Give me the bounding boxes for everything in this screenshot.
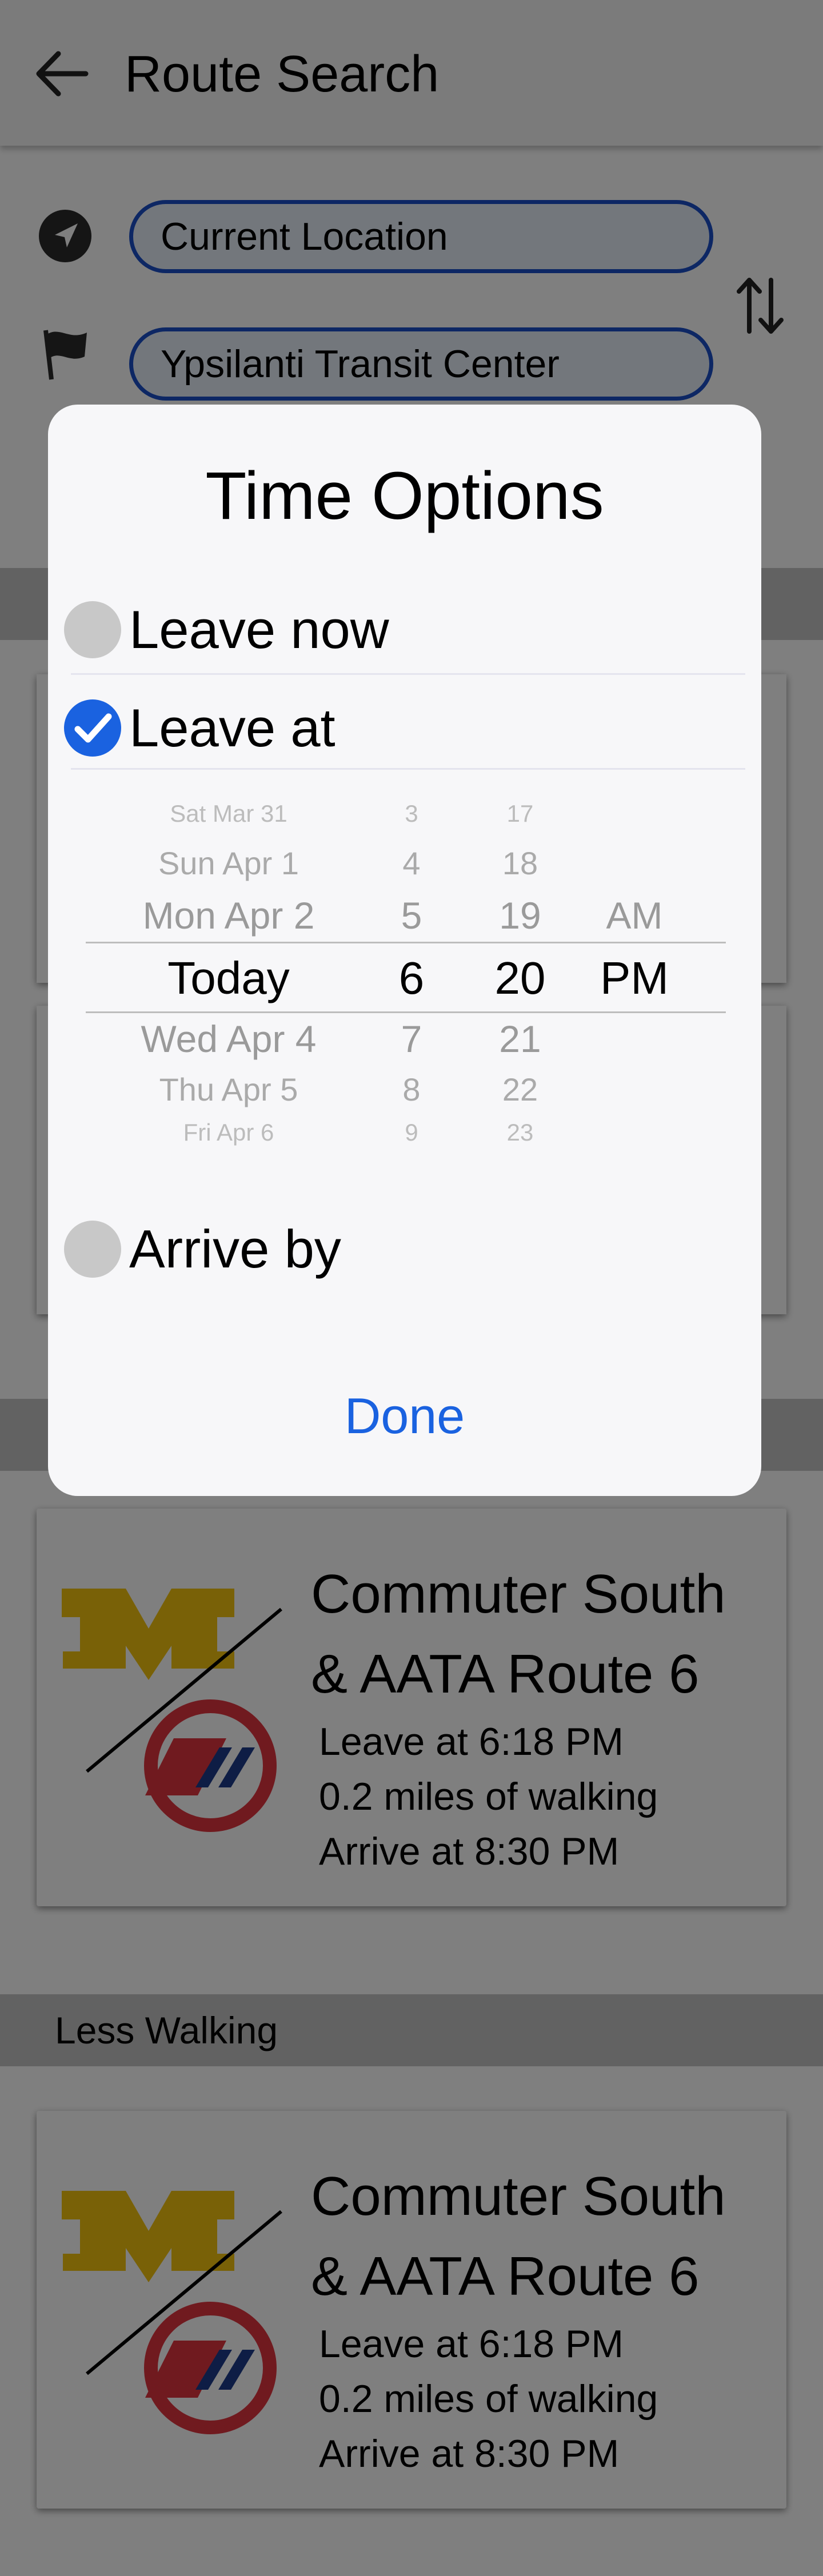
datetime-picker[interactable]: Sat Mar 31 Sun Apr 1 Mon Apr 2 Today Wed… [86,799,726,1170]
picker-hour-item[interactable]: 9 [389,1119,434,1146]
divider [71,768,745,770]
picker-date-item[interactable]: Sat Mar 31 [109,800,349,827]
picker-hour-selected[interactable]: 6 [389,952,434,1005]
picker-minute-item[interactable]: 22 [486,1071,554,1108]
picker-minute-item[interactable]: 17 [486,800,554,827]
picker-date-item[interactable]: Wed Apr 4 [109,1017,349,1061]
picker-minute-item[interactable]: 19 [486,894,554,937]
checkmark-icon[interactable] [64,699,121,757]
option-label: Leave now [129,599,389,659]
option-label: Leave at [129,698,335,758]
picker-minute-item[interactable]: 23 [486,1119,554,1146]
picker-hour-item[interactable]: 5 [389,894,434,937]
picker-minute-item[interactable]: 18 [486,845,554,882]
radio-unchecked-icon[interactable] [64,601,121,658]
option-label: Arrive by [129,1219,341,1279]
done-button[interactable]: Done [48,1382,761,1450]
divider [71,673,745,675]
picker-date-selected[interactable]: Today [109,952,349,1005]
dialog-title: Time Options [205,458,604,534]
time-options-dialog: Time Options Leave now Leave at Sat Mar … [48,405,761,1496]
picker-selection-line-bottom [86,1011,726,1013]
picker-date-item[interactable]: Fri Apr 6 [109,1119,349,1146]
picker-hour-item[interactable]: 4 [389,845,434,882]
picker-ampm-item[interactable]: AM [589,894,680,937]
picker-minute-selected[interactable]: 20 [486,952,554,1005]
picker-date-item[interactable]: Sun Apr 1 [109,845,349,882]
picker-ampm-selected[interactable]: PM [589,952,680,1005]
picker-hour-item[interactable]: 8 [389,1071,434,1108]
picker-hour-item[interactable]: 3 [389,800,434,827]
picker-minute-item[interactable]: 21 [486,1017,554,1061]
option-arrive-by[interactable]: Arrive by [48,1197,761,1294]
picker-hour-item[interactable]: 7 [389,1017,434,1061]
option-leave-at[interactable]: Leave at [48,675,761,773]
picker-date-item[interactable]: Mon Apr 2 [109,894,349,937]
radio-unchecked-icon[interactable] [64,1221,121,1278]
picker-date-item[interactable]: Thu Apr 5 [109,1071,349,1108]
picker-selection-line-top [86,942,726,943]
option-leave-now[interactable]: Leave now [48,577,761,674]
